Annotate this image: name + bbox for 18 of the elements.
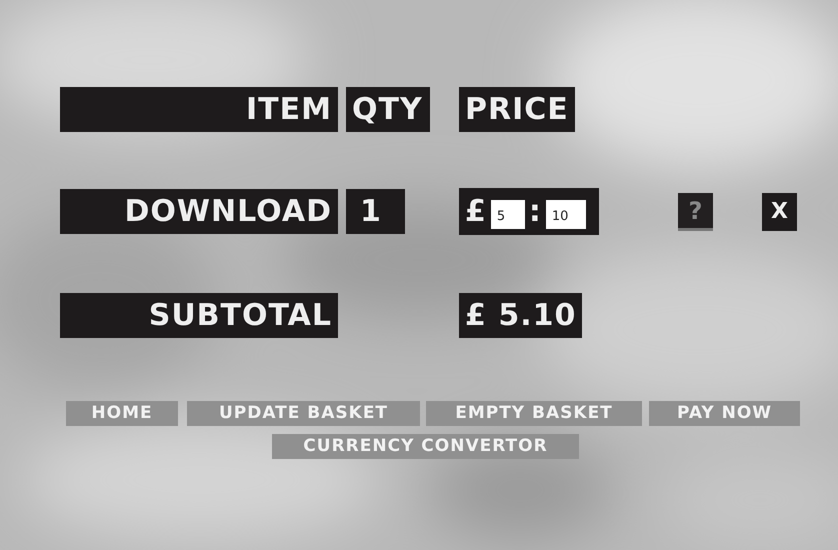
item-name: DOWNLOAD	[60, 189, 338, 234]
column-header: PRICE	[459, 87, 575, 132]
nav-button[interactable]: UPDATE BASKET	[187, 401, 420, 426]
separator-text: :	[528, 196, 542, 226]
remove-button[interactable]: X	[762, 192, 797, 230]
pence-field[interactable]: 10	[546, 200, 586, 229]
column-header: QTY	[346, 87, 430, 132]
currency-symbol: £	[465, 196, 487, 226]
column-header: ITEM	[60, 87, 338, 132]
subtotal-label: SUBTOTAL	[60, 293, 338, 338]
nav-button[interactable]: PAY NOW	[649, 401, 800, 426]
currency-button[interactable]: CURRENCY CONVERTOR	[272, 434, 579, 459]
pounds-field[interactable]: 5	[490, 200, 525, 229]
nav-button[interactable]: HOME	[66, 401, 178, 426]
subtotal-value: £ 5.10	[459, 293, 582, 338]
item-quantity: 1	[346, 189, 405, 234]
help-button[interactable]: ?	[678, 192, 713, 230]
nav-button[interactable]: EMPTY BASKET	[426, 401, 642, 426]
